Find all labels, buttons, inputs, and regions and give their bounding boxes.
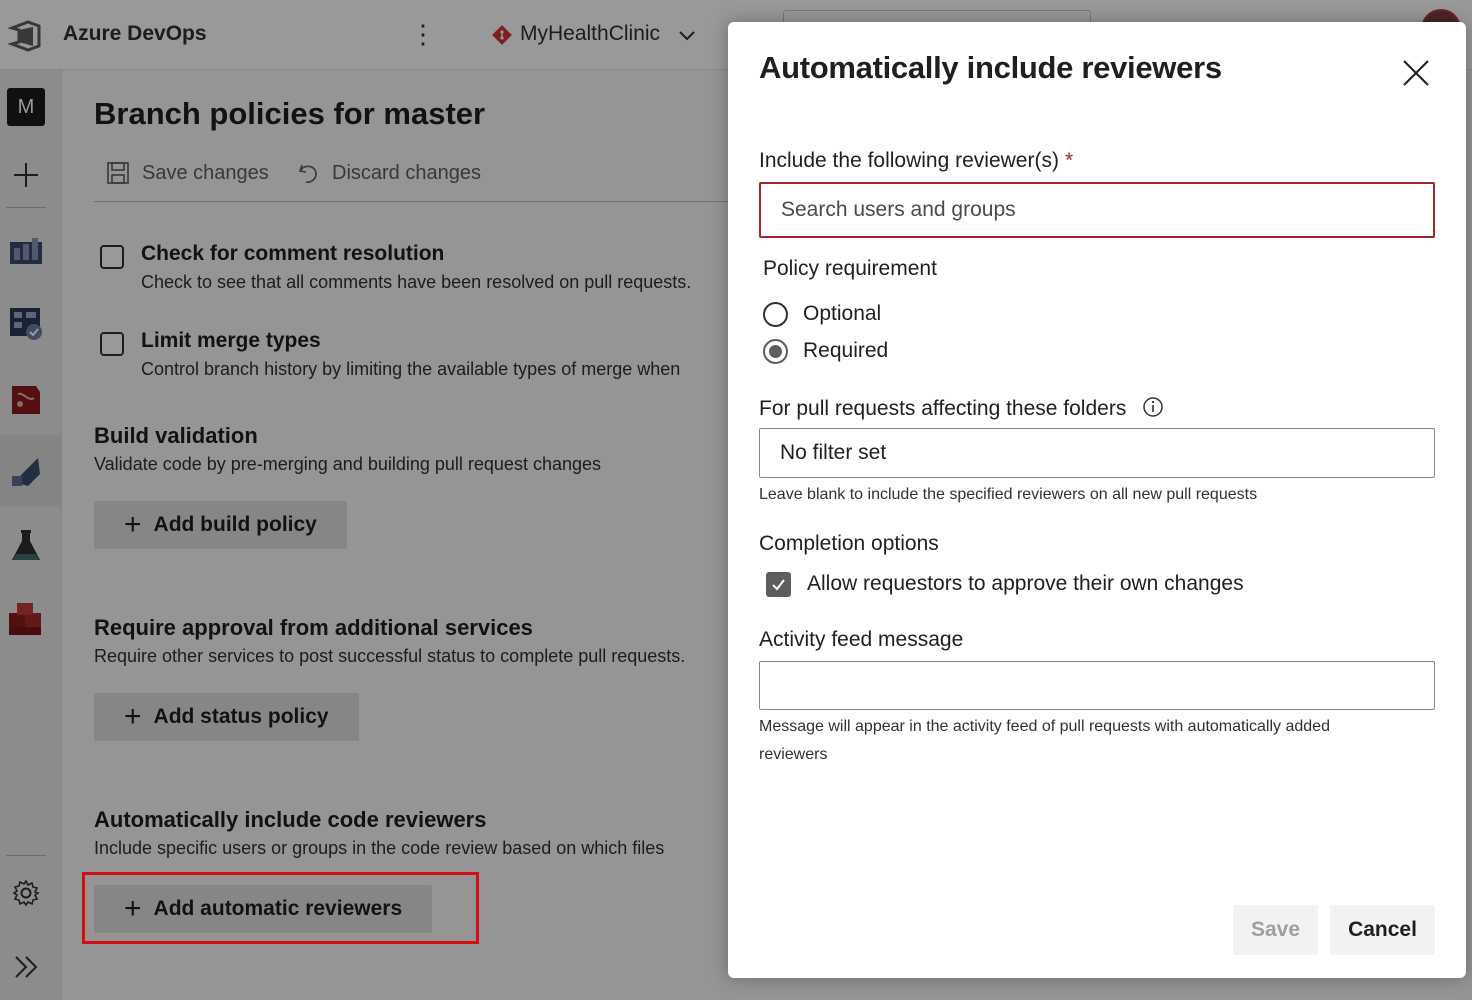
folders-hint: Leave blank to include the specified rev… xyxy=(759,486,1258,503)
activity-feed-label: Activity feed message xyxy=(759,628,964,651)
save-button[interactable]: Save xyxy=(1233,905,1318,955)
close-icon[interactable] xyxy=(1398,55,1434,91)
folders-filter-input[interactable] xyxy=(759,428,1435,478)
completion-options-label: Completion options xyxy=(759,532,939,555)
reviewers-search-input[interactable] xyxy=(759,182,1435,238)
radio-optional-label: Optional xyxy=(803,302,882,325)
reviewers-label: Include the following reviewer(s) * xyxy=(759,149,1073,173)
cancel-button[interactable]: Cancel xyxy=(1330,905,1435,955)
radio-required-label: Required xyxy=(803,339,889,362)
allow-self-approve-label: Allow requestors to approve their own ch… xyxy=(807,572,1244,595)
folders-label-text: For pull requests affecting these folder… xyxy=(759,397,1127,420)
highlight-callout xyxy=(82,872,479,944)
allow-self-approve-checkbox[interactable] xyxy=(766,571,791,597)
radio-optional[interactable]: Optional xyxy=(763,300,881,328)
required-indicator: * xyxy=(1064,149,1074,172)
radio-optional-circle[interactable] xyxy=(763,301,788,327)
reviewers-label-text: Include the following reviewer(s) xyxy=(759,149,1059,172)
checkmark-icon xyxy=(772,578,785,591)
radio-required-circle[interactable] xyxy=(763,338,788,364)
policy-requirement-label: Policy requirement xyxy=(763,257,937,280)
activity-feed-hint: Message will appear in the activity feed… xyxy=(759,718,1330,763)
folders-label: For pull requests affecting these folder… xyxy=(759,396,1164,421)
activity-feed-input[interactable] xyxy=(759,661,1435,710)
panel-title: Automatically include reviewers xyxy=(759,50,1222,85)
radio-required[interactable]: Required xyxy=(763,337,888,365)
info-icon[interactable] xyxy=(1142,396,1164,418)
automatic-reviewers-panel: Automatically include reviewers Include … xyxy=(728,22,1466,978)
allow-self-approve-option[interactable]: Allow requestors to approve their own ch… xyxy=(766,570,1244,598)
